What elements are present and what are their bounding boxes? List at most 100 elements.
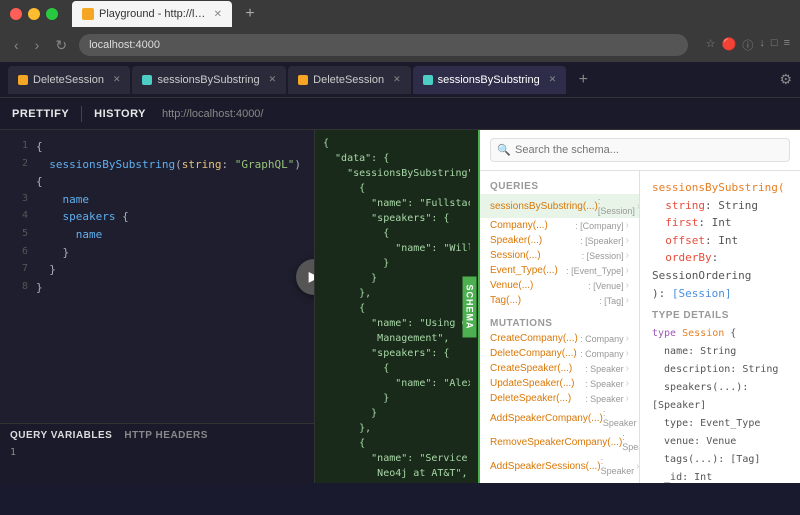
extension-icon4: □ (771, 37, 778, 53)
app-tab-close-3[interactable]: ✕ (393, 74, 401, 85)
queries-section-title: QUERIES (480, 177, 639, 194)
app-container: DeleteSession ✕ sessionsBySubstring ✕ De… (0, 62, 800, 483)
response-line: Management", (323, 331, 470, 346)
browser-tab-label: Playground - http://localhost:4 (99, 8, 209, 20)
maximize-button[interactable] (46, 8, 58, 20)
response-panel: { "data": { "sessionsBySubstring": [: { … (315, 130, 480, 483)
search-icon: 🔍 (497, 144, 511, 157)
reload-button[interactable]: ↻ (51, 35, 71, 56)
app-tab-sessions-by-substring-1[interactable]: sessionsBySubstring ✕ (132, 66, 286, 94)
tab-favicon-orange-2 (298, 75, 308, 85)
response-line: "name": "Will Lyon (323, 241, 470, 256)
response-line: Neo4j at AT&T", (323, 466, 470, 481)
close-button[interactable] (10, 8, 22, 20)
schema-mutation-update-speaker[interactable]: UpdateSpeaker(...) : Speaker › (480, 376, 639, 391)
app-tabs: DeleteSession ✕ sessionsBySubstring ✕ De… (0, 62, 800, 98)
schema-query-session[interactable]: Session(...) : [Session] › (480, 248, 639, 263)
query-variables-tab[interactable]: QUERY VARIABLES (10, 430, 112, 441)
browser-tab-close[interactable]: ✕ (214, 9, 222, 20)
prettify-button[interactable]: PRETTIFY (12, 108, 69, 120)
editor-line-4: 4 speakers { (0, 208, 314, 226)
editor-line-1: 1 { (0, 138, 314, 156)
main-content: 1 { 2 sessionsBySubstring(string: "Graph… (0, 130, 800, 483)
schema-mutation-delete-speaker[interactable]: DeleteSpeaker(...) : Speaker › (480, 391, 639, 406)
response-line: { (323, 361, 470, 376)
app-tab-sessions-by-substring-2[interactable]: sessionsBySubstring ✕ (413, 66, 567, 94)
address-text: localhost:4000 (89, 39, 160, 51)
response-line: } (323, 406, 470, 421)
schema-query-speaker[interactable]: Speaker(...) : [Speaker] › (480, 233, 639, 248)
query-bottom: QUERY VARIABLES HTTP HEADERS 1 (0, 423, 314, 483)
browser-tab-favicon (82, 8, 94, 20)
extension-icon5: ≡ (784, 37, 790, 53)
extension-icon1: 🔴 (721, 37, 736, 53)
toolbar-url: http://localhost:4000/ (162, 108, 264, 120)
browser-tab-playground[interactable]: Playground - http://localhost:4 ✕ (72, 1, 232, 27)
toolbar: PRETTIFY HISTORY http://localhost:4000/ (0, 98, 800, 130)
history-button[interactable]: HISTORY (94, 108, 146, 120)
schema-query-venue[interactable]: Venue(...) : [Venue] › (480, 278, 639, 293)
schema-body: QUERIES sessionsBySubstring(...) : [Sess… (480, 171, 800, 483)
schema-query-tag[interactable]: Tag(...) : [Tag] › (480, 293, 639, 308)
schema-mutation-remove-speaker-sessions[interactable]: RemoveSpeakerSessions(...) : Speaker › (480, 478, 639, 483)
tab-favicon-orange (18, 75, 28, 85)
schema-query-sessions-by-substring[interactable]: sessionsBySubstring(...) : [Session] › (480, 194, 639, 218)
new-tab-button[interactable]: + (238, 2, 262, 26)
minimize-button[interactable] (28, 8, 40, 20)
response-line: } (323, 271, 470, 286)
add-tab-button[interactable]: + (572, 69, 594, 91)
browser-icons: ☆ 🔴 ⓘ ↓ □ ≡ (706, 37, 790, 53)
schema-mutation-delete-company[interactable]: DeleteCompany(...) : Company › (480, 346, 639, 361)
app-tab-close-2[interactable]: ✕ (269, 74, 277, 85)
http-headers-tab[interactable]: HTTP HEADERS (124, 430, 208, 441)
editor-line-5: 5 name (0, 226, 314, 244)
response-line: "name": "Alex Babea (323, 376, 470, 391)
response-line: } (323, 391, 470, 406)
response-line: } (323, 256, 470, 271)
editor-line-6: 6 } (0, 244, 314, 262)
query-editor[interactable]: 1 { 2 sessionsBySubstring(string: "Graph… (0, 130, 314, 423)
schema-list: QUERIES sessionsBySubstring(...) : [Sess… (480, 171, 640, 483)
forward-button[interactable]: › (31, 35, 44, 55)
extension-icon3: ↓ (759, 37, 765, 53)
address-input[interactable]: localhost:4000 (79, 34, 688, 56)
response-line: "name": "Using GraphQL (323, 316, 470, 331)
schema-detail-title: sessionsBySubstring( string: String firs… (652, 179, 788, 302)
editor-line-8: 8 } (0, 279, 314, 297)
app-tab-close-1[interactable]: ✕ (113, 74, 121, 85)
schema-mutation-remove-speaker-company[interactable]: RemoveSpeakerCompany(...) : Speaker › (480, 430, 639, 454)
schema-mutation-create-company[interactable]: CreateCompany(...) : Company › (480, 331, 639, 346)
schema-panel: 🔍 QUERIES sessionsBySubstring(...) : [Se… (480, 130, 800, 483)
schema-tab[interactable]: SCHEMA (462, 276, 476, 337)
response-line: "name": "Service Impact, (323, 451, 470, 466)
run-query-button[interactable]: ▶ (296, 259, 314, 295)
star-icon[interactable]: ☆ (706, 37, 716, 53)
schema-query-company[interactable]: Company(...) : [Company] › (480, 218, 639, 233)
schema-mutation-add-speaker-company[interactable]: AddSpeakerCompany(...) : Speaker › (480, 406, 639, 430)
response-line: { (323, 301, 470, 316)
app-tab-delete-session-1[interactable]: DeleteSession ✕ (8, 66, 130, 94)
type-detail-block: type Session { name: String description:… (652, 325, 788, 483)
tab-favicon-teal (142, 75, 152, 85)
app-tab-close-4[interactable]: ✕ (549, 74, 557, 85)
address-bar-container: ‹ › ↻ localhost:4000 ☆ 🔴 ⓘ ↓ □ ≡ (0, 28, 800, 62)
app-tab-label-1: DeleteSession (33, 74, 104, 86)
response-line: "name": "Fullstack G (323, 196, 470, 211)
response-line: "speakers": { (323, 211, 470, 226)
back-button[interactable]: ‹ (10, 35, 23, 55)
schema-search: 🔍 (480, 130, 800, 171)
query-variables-content: 1 (10, 447, 304, 458)
app-tab-delete-session-2[interactable]: DeleteSession ✕ (288, 66, 410, 94)
response-line: "sessionsBySubstring": [: (323, 166, 470, 181)
schema-query-event-type[interactable]: Event_Type(...) : [Event_Type] › (480, 263, 639, 278)
schema-search-input[interactable] (490, 138, 790, 162)
editor-line-2: 2 sessionsBySubstring(string: "GraphQL")… (0, 156, 314, 191)
settings-icon[interactable]: ⚙ (779, 71, 792, 88)
response-line: }, (323, 421, 470, 436)
play-btn-container: ▶ (296, 259, 314, 295)
schema-mutation-create-speaker[interactable]: CreateSpeaker(...) : Speaker › (480, 361, 639, 376)
app-tab-label-4: sessionsBySubstring (438, 74, 540, 86)
response-content: { "data": { "sessionsBySubstring": [: { … (315, 130, 478, 483)
response-line: }, (323, 286, 470, 301)
schema-mutation-add-speaker-sessions[interactable]: AddSpeakerSessions(...) : Speaker › (480, 454, 639, 478)
